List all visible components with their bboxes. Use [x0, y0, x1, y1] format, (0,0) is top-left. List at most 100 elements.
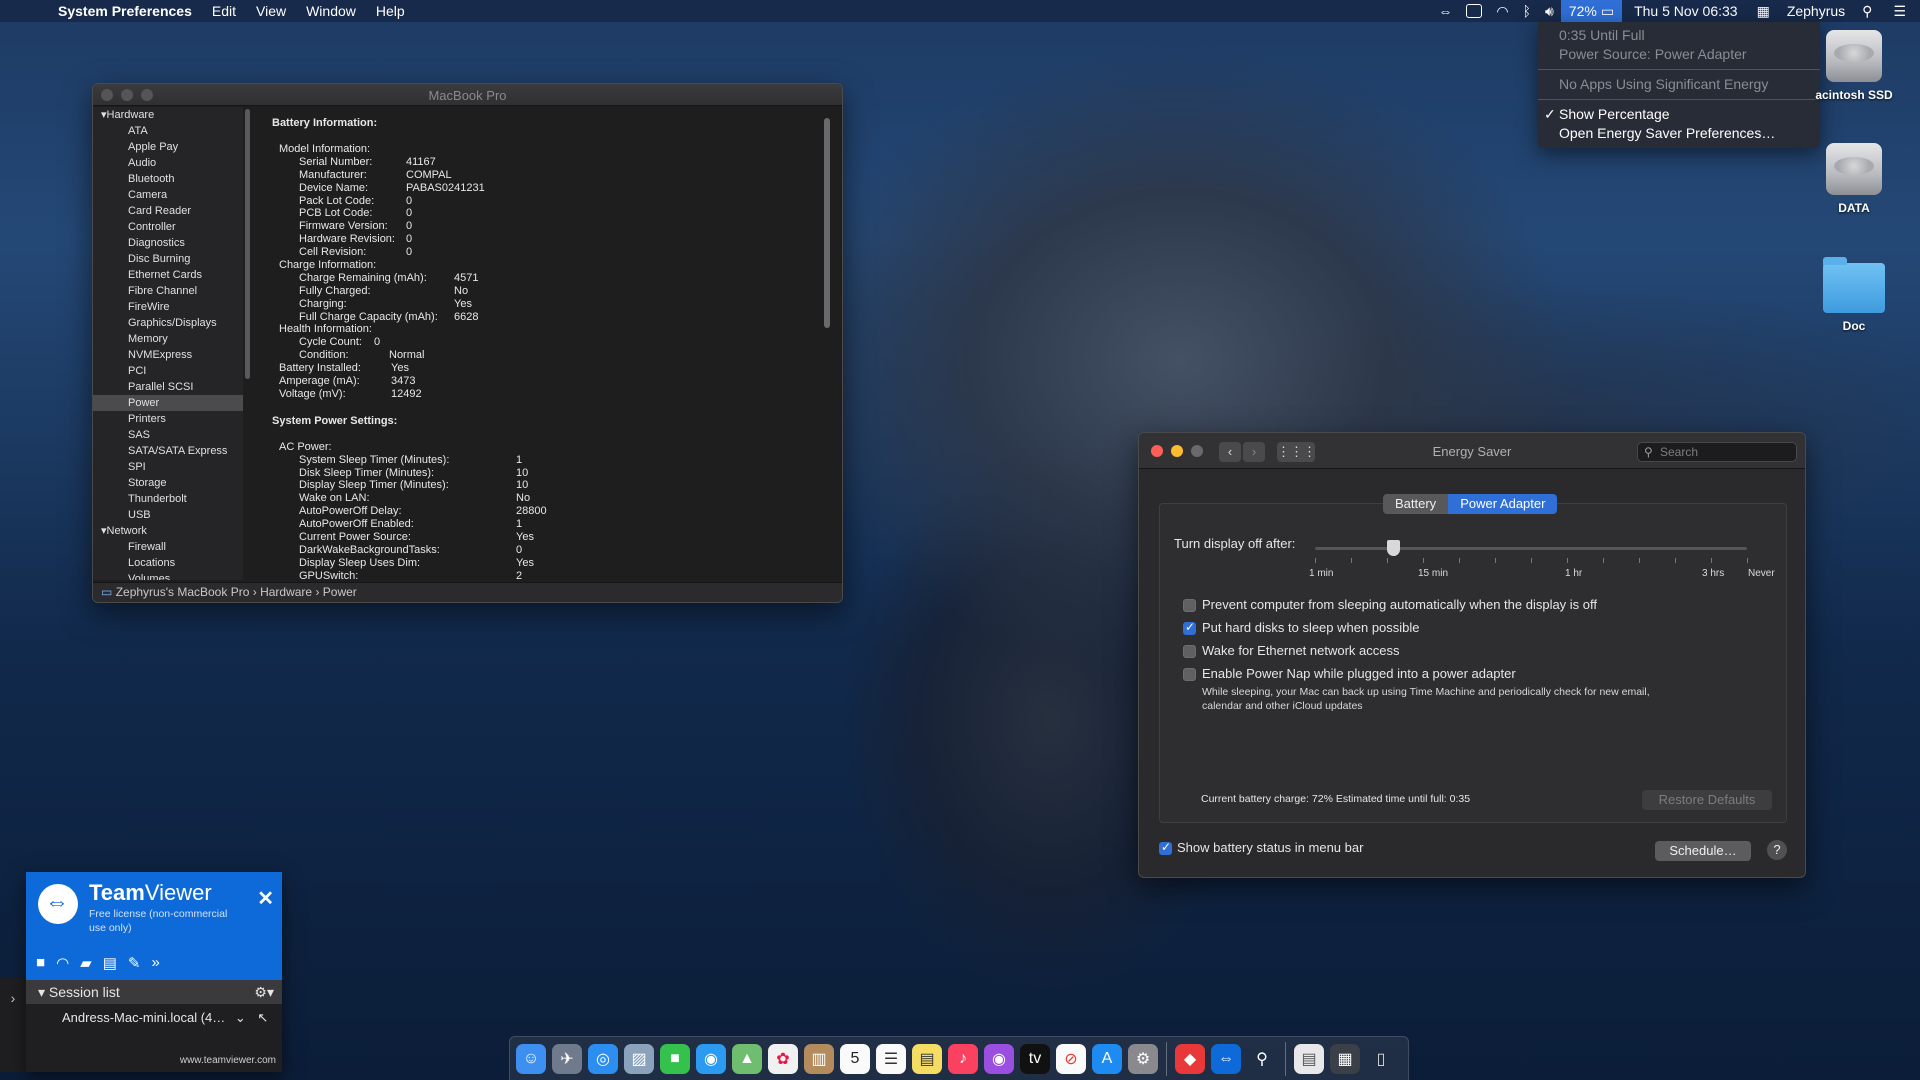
more-icon[interactable]: »: [151, 954, 159, 972]
reminders-icon[interactable]: ☰: [876, 1043, 906, 1074]
sidebar-item-memory[interactable]: Memory: [93, 331, 243, 347]
file-transfer-icon[interactable]: ▤: [103, 954, 117, 972]
help-button[interactable]: ?: [1767, 840, 1787, 860]
maps-icon[interactable]: ▲: [732, 1043, 762, 1074]
show-battery-status-checkbox[interactable]: [1159, 840, 1172, 855]
sidebar-item-sata-sata-express[interactable]: SATA/SATA Express: [93, 443, 243, 459]
path-computer[interactable]: Zephyrus's MacBook Pro: [116, 585, 250, 599]
sidebar-item-camera[interactable]: Camera: [93, 187, 243, 203]
desktop-icon-data[interactable]: DATA: [1799, 143, 1909, 215]
search-field[interactable]: ⚲ Search: [1637, 442, 1797, 462]
document-icon[interactable]: ▤: [1294, 1043, 1324, 1074]
volume-icon[interactable]: 🔊︎: [1538, 0, 1561, 22]
session-list-item[interactable]: Andress-Mac-mini.local (4… ⌄ ↖: [62, 1010, 268, 1026]
anydesk-icon[interactable]: ◆: [1175, 1043, 1205, 1074]
sidebar-item-power[interactable]: Power: [93, 395, 243, 411]
sidebar-item-firewall[interactable]: Firewall: [93, 539, 243, 555]
menu-help[interactable]: Help: [366, 3, 415, 19]
sidebar-item-firewire[interactable]: FireWire: [93, 299, 243, 315]
facetime-icon[interactable]: ■: [660, 1043, 690, 1074]
menu-clock[interactable]: Thu 5 Nov 06:33: [1622, 0, 1750, 22]
sidebar-item-thunderbolt[interactable]: Thunderbolt: [93, 491, 243, 507]
menu-view[interactable]: View: [246, 3, 296, 19]
menu-app-name[interactable]: System Preferences: [58, 3, 202, 19]
menu-user[interactable]: Zephyrus: [1777, 0, 1855, 22]
menu-window[interactable]: Window: [296, 3, 366, 19]
sidebar-scrollbar[interactable]: [245, 109, 250, 379]
finder-icon[interactable]: ☺: [516, 1043, 546, 1074]
activity-status-icon[interactable]: [1459, 0, 1489, 22]
sidebar-item-usb[interactable]: USB: [93, 507, 243, 523]
menu-item-open-energy-saver[interactable]: Open Energy Saver Preferences…: [1538, 124, 1820, 143]
tools-icon[interactable]: ✎: [128, 954, 141, 972]
notes-icon[interactable]: ▤: [912, 1043, 942, 1074]
menu-edit[interactable]: Edit: [202, 3, 246, 19]
spotlight-search-icon[interactable]: ⚲: [1855, 0, 1879, 22]
sidebar-item-parallel-scsi[interactable]: Parallel SCSI: [93, 379, 243, 395]
app-store-icon[interactable]: A: [1092, 1043, 1122, 1074]
calendar-icon[interactable]: 5: [840, 1043, 870, 1074]
sidebar-group-network[interactable]: ▾Network: [93, 523, 243, 539]
teamviewer-url[interactable]: www.teamviewer.com: [180, 1055, 276, 1066]
video-icon[interactable]: ■: [36, 954, 45, 972]
sidebar-item-bluetooth[interactable]: Bluetooth: [93, 171, 243, 187]
trash-icon[interactable]: ▯: [1366, 1044, 1396, 1074]
detail-scrollbar[interactable]: [824, 118, 830, 328]
music-icon[interactable]: ♪: [948, 1043, 978, 1074]
sidebar-item-storage[interactable]: Storage: [93, 475, 243, 491]
tab-battery[interactable]: Battery: [1383, 494, 1449, 514]
headset-icon[interactable]: ◠: [56, 954, 69, 972]
photos-icon[interactable]: ✿: [768, 1043, 798, 1074]
sidebar-item-card-reader[interactable]: Card Reader: [93, 203, 243, 219]
safari-icon[interactable]: ◎: [588, 1043, 618, 1074]
display-off-slider[interactable]: [1315, 540, 1747, 556]
sidebar-item-printers[interactable]: Printers: [93, 411, 243, 427]
apple-tv-icon[interactable]: tv: [1020, 1043, 1050, 1074]
gear-icon[interactable]: ⚙▾: [254, 980, 274, 1004]
expand-panel-button[interactable]: ›: [0, 978, 26, 1072]
podcasts-icon[interactable]: ◉: [984, 1043, 1014, 1074]
sidebar-item-sas[interactable]: SAS: [93, 427, 243, 443]
sidebar-item-graphics-displays[interactable]: Graphics/Displays: [93, 315, 243, 331]
sidebar-item-disc-burning[interactable]: Disc Burning: [93, 251, 243, 267]
wifi-icon[interactable]: ◠: [1489, 0, 1515, 22]
schedule-button[interactable]: Schedule…: [1655, 841, 1751, 861]
teamviewer-dock-icon[interactable]: ⇔: [1211, 1043, 1241, 1074]
restore-defaults-button[interactable]: Restore Defaults: [1642, 790, 1772, 810]
prevent-sleep-checkbox[interactable]: [1183, 599, 1196, 612]
menu-item-show-percentage[interactable]: ✓ Show Percentage: [1538, 105, 1820, 124]
cursor-icon[interactable]: ↖: [257, 1010, 268, 1025]
sidebar-item-controller[interactable]: Controller: [93, 219, 243, 235]
sidebar-item-nvmexpress[interactable]: NVMExpress: [93, 347, 243, 363]
news-icon[interactable]: ⊘: [1056, 1043, 1086, 1074]
sidebar-item-pci[interactable]: PCI: [93, 363, 243, 379]
sidebar-item-spi[interactable]: SPI: [93, 459, 243, 475]
messages-icon[interactable]: ◉: [696, 1043, 726, 1074]
launchpad-icon[interactable]: ✈: [552, 1043, 582, 1074]
slider-knob[interactable]: [1386, 540, 1400, 556]
battery-status-item[interactable]: 72% ▭: [1560, 0, 1623, 22]
wake-ethernet-checkbox[interactable]: [1183, 645, 1196, 658]
sidebar-item-ethernet-cards[interactable]: Ethernet Cards: [93, 267, 243, 283]
power-nap-checkbox[interactable]: [1183, 668, 1196, 681]
desktop-icon-doc[interactable]: Doc: [1799, 257, 1909, 333]
tab-power-adapter[interactable]: Power Adapter: [1448, 494, 1558, 514]
notification-center-icon[interactable]: ☰: [1879, 0, 1920, 22]
chevron-down-icon[interactable]: ⌄: [235, 1010, 246, 1025]
sidebar-item-locations[interactable]: Locations: [93, 555, 243, 571]
path-hardware[interactable]: Hardware: [260, 585, 312, 599]
close-icon[interactable]: ✕: [257, 886, 274, 911]
contacts-icon[interactable]: ▥: [804, 1043, 834, 1074]
chat-icon[interactable]: ▰: [80, 954, 92, 972]
path-power[interactable]: Power: [323, 585, 357, 599]
sidebar-group-hardware[interactable]: ▾Hardware: [93, 107, 243, 123]
downloads-stack-icon[interactable]: ▦: [1330, 1043, 1360, 1074]
teamviewer-status-icon[interactable]: ⇔: [1431, 0, 1459, 22]
sidebar-item-diagnostics[interactable]: Diagnostics: [93, 235, 243, 251]
sidebar-item-apple-pay[interactable]: Apple Pay: [93, 139, 243, 155]
desktop-icon-macintosh-ssd[interactable]: acintosh SSD: [1799, 30, 1909, 102]
session-list-header[interactable]: ▾ Session list ⚙▾: [26, 980, 282, 1004]
system-preferences-icon[interactable]: ⚙: [1128, 1043, 1158, 1074]
sidebar-item-audio[interactable]: Audio: [93, 155, 243, 171]
bluetooth-utility-icon[interactable]: ⚲: [1247, 1044, 1277, 1074]
